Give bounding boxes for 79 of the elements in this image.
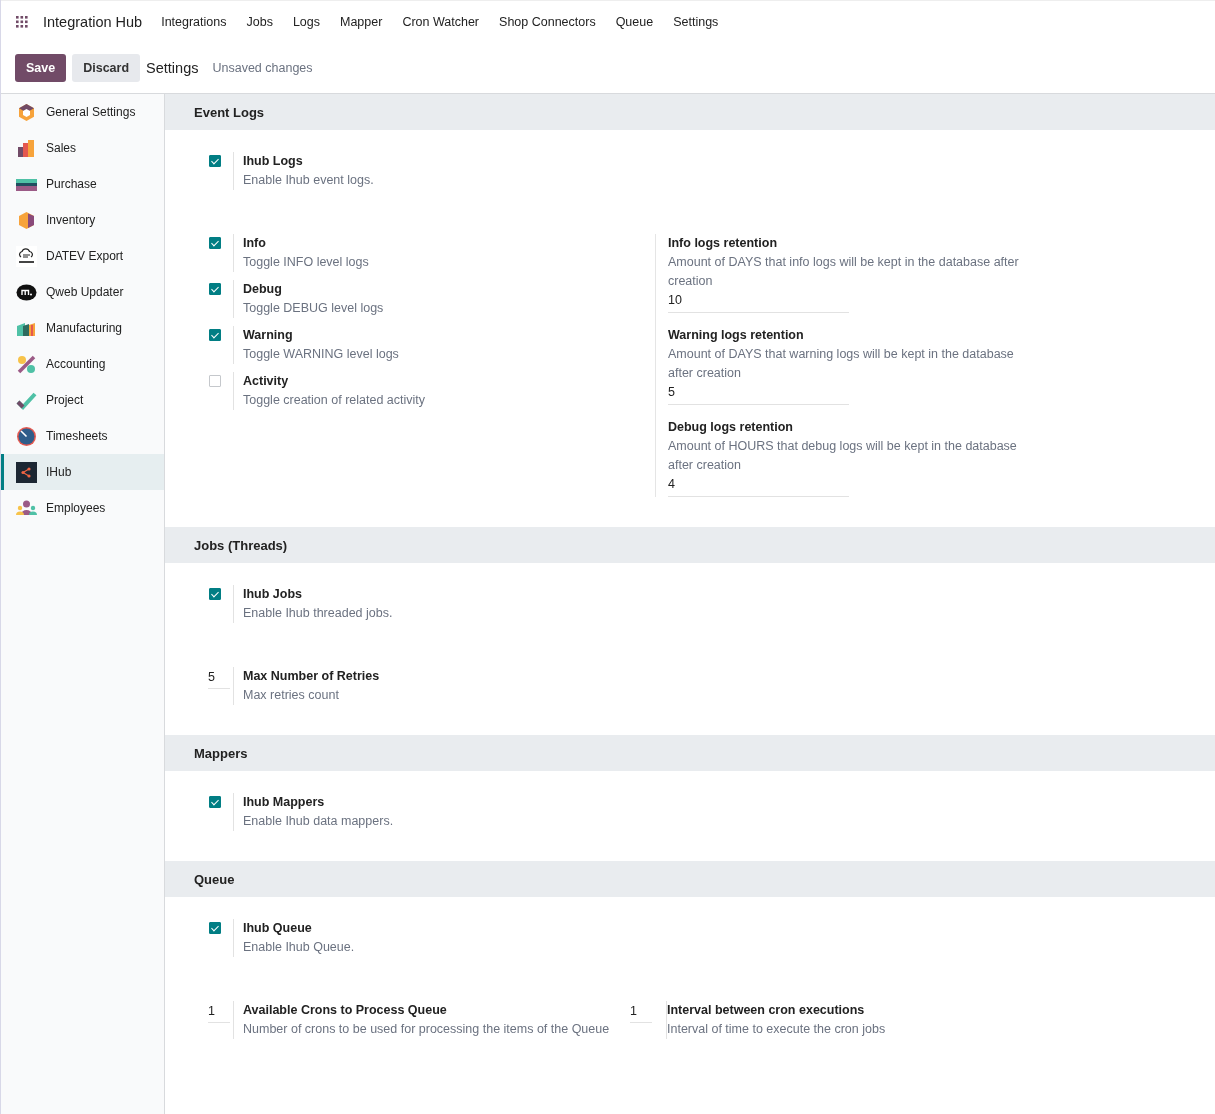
menu-item[interactable]: Jobs <box>246 14 273 29</box>
sidebar-item[interactable]: Sales <box>1 130 164 166</box>
unsaved-status: Unsaved changes <box>212 60 313 75</box>
setting-description: Toggle WARNING level logs <box>243 346 399 363</box>
number-field[interactable]: 5 <box>668 383 849 405</box>
setting-description: Amount of DAYS that info logs will be kept in the database after creation <box>668 254 1020 290</box>
sidebar-item[interactable]: Accounting <box>1 346 164 382</box>
hexagon-icon <box>16 101 37 123</box>
setting-label: Activity <box>243 373 290 390</box>
sidebar-item[interactable]: Timesheets <box>1 418 164 454</box>
menu-item[interactable]: Settings <box>673 14 719 29</box>
save-button[interactable]: Save <box>15 53 67 82</box>
setting-label: Warning logs retention <box>668 327 805 344</box>
sidebar-item[interactable]: Manufacturing <box>1 310 164 346</box>
setting-label: Ihub Mappers <box>243 794 326 811</box>
checkbox[interactable] <box>209 283 221 295</box>
setting-label: Ihub Jobs <box>243 586 304 603</box>
checkbox[interactable] <box>209 588 221 600</box>
checkbox[interactable] <box>209 796 221 808</box>
number-field[interactable]: 1 <box>630 1004 652 1023</box>
setting-description: Toggle INFO level logs <box>243 254 369 271</box>
setting-description: Amount of DAYS that warning logs will be kept in the database after creation <box>668 346 1015 382</box>
section-header: Jobs (Threads) <box>165 527 1215 563</box>
setting-description: Enable Ihub data mappers. <box>243 813 394 830</box>
menu-item[interactable]: Cron Watcher <box>402 14 480 29</box>
checkbox[interactable] <box>209 375 221 387</box>
apps-menu-icon[interactable] <box>16 15 28 28</box>
bar-chart-icon <box>16 137 37 159</box>
checkbox[interactable] <box>209 329 221 341</box>
share-icon <box>16 461 37 483</box>
sidebar-item[interactable]: DATEV Export <box>1 238 164 274</box>
number-field[interactable]: 4 <box>668 475 849 497</box>
cube-icon <box>16 209 37 231</box>
number-field[interactable]: 10 <box>668 291 849 313</box>
section-header: Event Logs <box>165 94 1215 130</box>
menu-item[interactable]: Mapper <box>340 14 383 29</box>
setting-label: Info logs retention <box>668 235 779 252</box>
clock-icon <box>16 425 37 447</box>
sidebar-item[interactable]: Project <box>1 382 164 418</box>
setting-label: Max Number of Retries <box>243 668 380 685</box>
menu-item[interactable]: Logs <box>292 14 320 29</box>
setting-description: Amount of HOURS that debug logs will be kept in the database after creation <box>668 438 1018 474</box>
cloud-icon <box>16 245 37 267</box>
setting-label: Debug logs retention <box>668 419 794 436</box>
menu-item[interactable]: Integrations <box>161 14 227 29</box>
setting-description: Enable Ihub event logs. <box>243 172 374 189</box>
setting-description: Toggle creation of related activity <box>243 392 426 409</box>
app-title[interactable]: Integration Hub <box>43 13 143 30</box>
checkbox[interactable] <box>209 237 221 249</box>
checkbox[interactable] <box>209 922 221 934</box>
setting-description: Enable Ihub Queue. <box>243 939 355 956</box>
setting-label: Ihub Logs <box>243 153 304 170</box>
setting-description: Interval of time to execute the cron jobs <box>667 1021 886 1038</box>
sidebar-item[interactable]: IHub <box>1 454 164 490</box>
sidebar-item[interactable]: Inventory <box>1 202 164 238</box>
setting-description: Number of crons to be used for processing the items of the Queue <box>243 1021 610 1038</box>
setting-description: Toggle DEBUG level logs <box>243 300 384 317</box>
section-header: Mappers <box>165 735 1215 771</box>
sidebar-item[interactable]: General Settings <box>1 94 164 130</box>
discard-button[interactable]: Discard <box>72 53 141 82</box>
menu-item[interactable]: Shop Connectors <box>499 14 596 29</box>
number-field[interactable]: 5 <box>208 670 230 689</box>
setting-label: Debug <box>243 281 283 298</box>
breadcrumb: Settings <box>146 59 199 76</box>
sidebar-item[interactable]: Purchase <box>1 166 164 202</box>
setting-label: Info <box>243 235 267 252</box>
setting-description: Enable Ihub threaded jobs. <box>243 605 393 622</box>
setting-label: Available Crons to Process Queue <box>243 1002 448 1019</box>
setting-label: Interval between cron executions <box>667 1002 866 1019</box>
setting-label: Ihub Queue <box>243 920 313 937</box>
section-header: Queue <box>165 861 1215 897</box>
sidebar-item[interactable]: Qweb Updater <box>1 274 164 310</box>
number-field[interactable]: 1 <box>208 1004 230 1023</box>
menu-item[interactable]: Queue <box>615 14 654 29</box>
sidebar-item[interactable]: Employees <box>1 490 164 526</box>
checkbox[interactable] <box>209 155 221 167</box>
setting-description: Max retries count <box>243 687 340 704</box>
percent-icon <box>16 353 37 375</box>
setting-label: Warning <box>243 327 294 344</box>
